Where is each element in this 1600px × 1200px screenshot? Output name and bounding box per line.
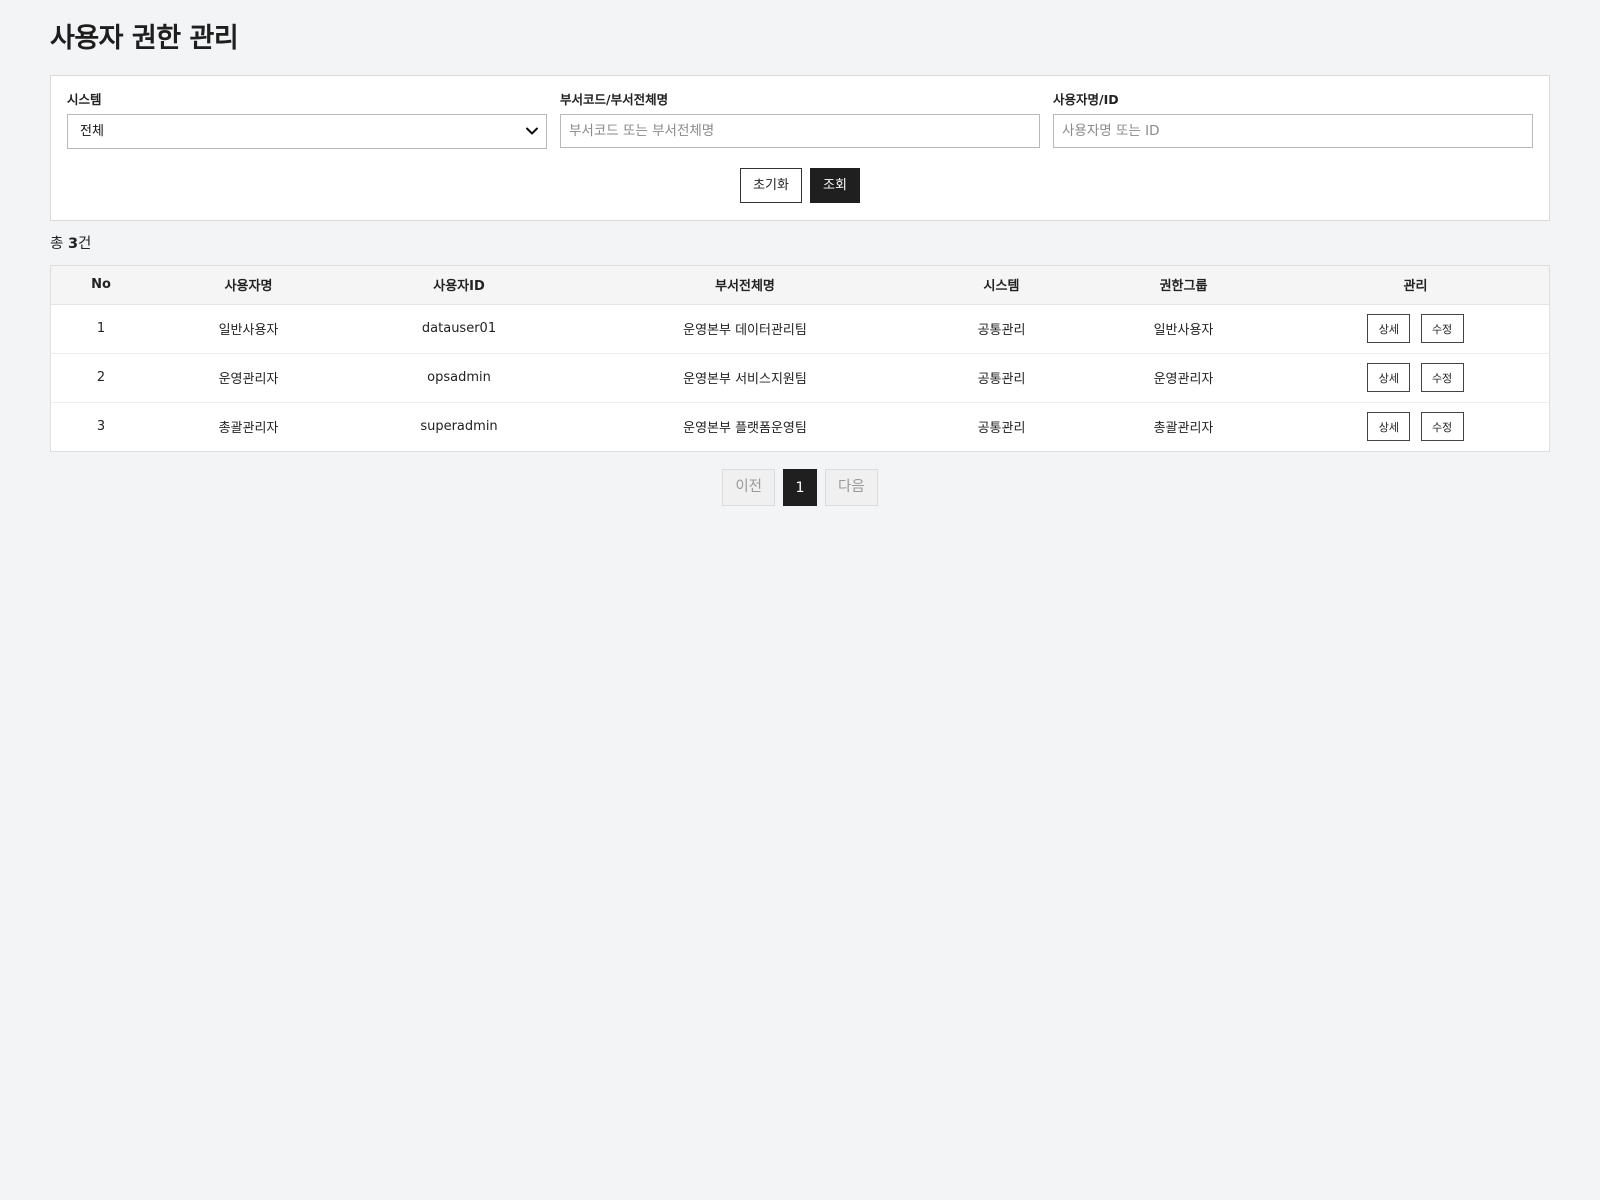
cell-id: opsadmin <box>427 370 491 385</box>
prev-page-button[interactable]: 이전 <box>722 469 775 506</box>
edit-button[interactable]: 수정 <box>1420 314 1464 343</box>
system-filter-label: 시스템 <box>67 92 102 107</box>
user-filter: 사용자명/ID <box>1053 90 1535 148</box>
page-button-current[interactable]: 1 <box>783 469 817 506</box>
column-header-system: 시스템 <box>918 266 1085 305</box>
cell-system: 공통관리 <box>977 421 1026 437</box>
column-header-group: 권한그룹 <box>1085 266 1282 305</box>
cell-name: 운영관리자 <box>218 372 279 387</box>
cell-dept: 운영본부 플랫폼운영팀 <box>683 421 807 437</box>
cell-id: superadmin <box>420 419 498 435</box>
user-table: No 사용자명 사용자ID 부서전체명 시스템 권한그룹 관리 1 일반사용자 … <box>50 265 1550 452</box>
cell-dept: 운영본부 서비스지원팀 <box>683 372 807 387</box>
column-header-dept: 부서전체명 <box>572 266 918 305</box>
search-button[interactable]: 조회 <box>809 168 860 203</box>
dept-filter-label: 부서코드/부서전체명 <box>560 92 669 107</box>
table-header-row: No 사용자명 사용자ID 부서전체명 시스템 권한그룹 관리 <box>51 266 1549 305</box>
cell-system: 공통관리 <box>977 323 1026 338</box>
next-page-button[interactable]: 다음 <box>825 469 878 506</box>
cell-name: 일반사용자 <box>218 323 279 338</box>
table-row: 1 일반사용자 datauser01 운영본부 데이터관리팀 공통관리 일반사용… <box>51 304 1549 353</box>
table-row: 2 운영관리자 opsadmin 운영본부 서비스지원팀 공통관리 운영관리자 … <box>51 353 1549 402</box>
cell-actions: 상세 수정 <box>1282 304 1549 353</box>
detail-button[interactable]: 상세 <box>1367 412 1411 442</box>
total-count-suffix: 건 <box>78 236 92 252</box>
pagination: 이전 1 다음 <box>50 469 1550 506</box>
total-count-number: 3 <box>67 236 79 252</box>
detail-button[interactable]: 상세 <box>1367 363 1411 392</box>
dept-filter: 부서코드/부서전체명 <box>560 90 1042 148</box>
total-count: 총 3건 <box>50 233 91 255</box>
cell-actions: 상세 수정 <box>1282 353 1549 402</box>
column-header-id: 사용자ID <box>346 266 572 305</box>
page-title: 사용자 권한 관리 <box>50 23 239 54</box>
detail-button[interactable]: 상세 <box>1367 314 1411 343</box>
filter-button-row: 초기화 조회 <box>51 168 1549 203</box>
user-filter-label: 사용자명/ID <box>1053 92 1119 107</box>
reset-button[interactable]: 초기화 <box>740 168 802 203</box>
cell-system: 공통관리 <box>977 372 1026 387</box>
column-header-no: No <box>51 266 151 305</box>
cell-group: 총괄관리자 <box>1153 421 1214 437</box>
cell-no: 3 <box>96 419 106 435</box>
cell-no: 1 <box>96 321 106 336</box>
edit-button[interactable]: 수정 <box>1420 363 1464 392</box>
cell-group: 일반사용자 <box>1153 323 1214 338</box>
chevron-down-icon <box>526 127 538 135</box>
column-header-actions: 관리 <box>1282 266 1549 305</box>
cell-group: 운영관리자 <box>1153 372 1214 387</box>
edit-button[interactable]: 수정 <box>1420 412 1464 442</box>
total-count-prefix: 총 <box>50 236 68 252</box>
cell-no: 2 <box>96 370 106 385</box>
filter-panel: 시스템 전체 부서코드/부서전체명 사용자명/ID 초기화 조회 <box>50 75 1550 221</box>
cell-actions: 상세 수정 <box>1282 402 1549 451</box>
cell-name: 총괄관리자 <box>218 421 279 437</box>
system-filter: 시스템 전체 <box>67 90 549 149</box>
table-row: 3 총괄관리자 superadmin 운영본부 플랫폼운영팀 공통관리 총괄관리… <box>51 402 1549 451</box>
system-select-value: 전체 <box>80 124 104 139</box>
dept-input[interactable] <box>560 114 1040 148</box>
system-select[interactable]: 전체 <box>67 114 547 149</box>
column-header-name: 사용자명 <box>151 266 346 305</box>
cell-dept: 운영본부 데이터관리팀 <box>683 323 807 338</box>
user-input[interactable] <box>1053 114 1533 148</box>
cell-id: datauser01 <box>421 321 497 336</box>
